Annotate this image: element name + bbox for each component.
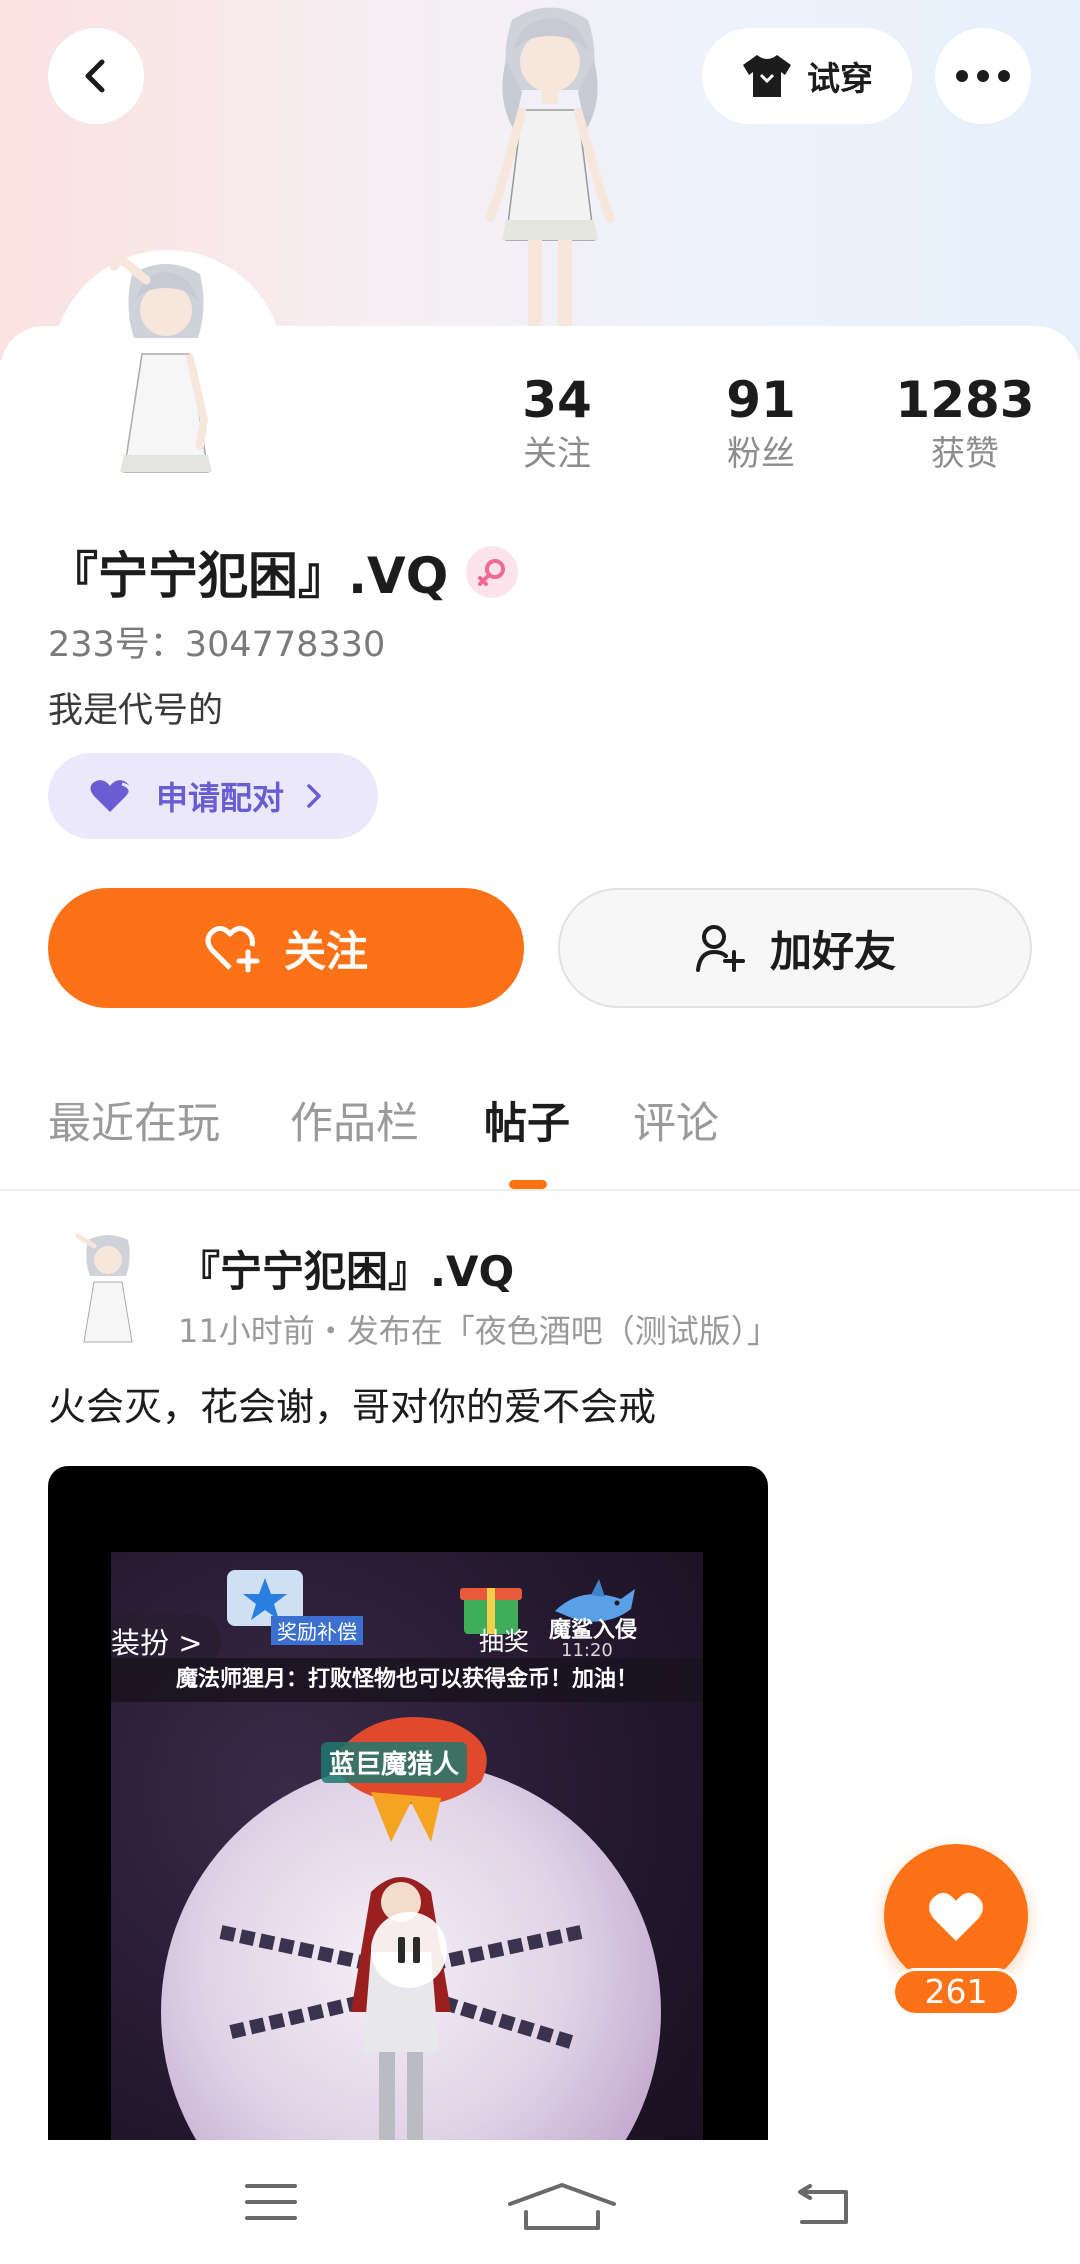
tab-posts[interactable]: 帖子 — [484, 1088, 570, 1160]
heart-pair-icon — [90, 780, 132, 812]
reward-label: 奖励补偿 — [271, 1616, 363, 1645]
female-symbol-icon — [478, 559, 506, 586]
like-count: 261 — [892, 1968, 1020, 2016]
followers-label: 粉丝 — [727, 434, 795, 474]
back-nav-icon[interactable] — [796, 2182, 850, 2226]
enemy-name: 蓝巨魔猎人 — [321, 1742, 468, 1783]
profile-tabs: 最近在玩 作品栏 帖子 评论 — [0, 1088, 1080, 1188]
tab-works[interactable]: 作品栏 — [290, 1088, 419, 1160]
add-user-icon — [695, 925, 745, 972]
more-options-button[interactable] — [935, 28, 1031, 124]
username-row: 『宁宁犯困』.VQ — [48, 536, 519, 608]
draw-label: 抽奖 — [479, 1627, 530, 1656]
stat-followers[interactable]: 91 粉丝 — [681, 370, 841, 478]
follow-label: 关注 — [283, 926, 368, 976]
back-button[interactable] — [48, 28, 144, 124]
user-bio: 我是代号的 — [48, 691, 224, 731]
tab-comments[interactable]: 评论 — [633, 1088, 719, 1160]
stat-likes[interactable]: 1283 获赞 — [885, 370, 1045, 478]
following-count: 34 — [522, 371, 592, 429]
active-tab-indicator — [509, 1180, 547, 1189]
user-id: 233号：304778330 — [48, 625, 386, 665]
try-on-button[interactable]: 试穿 — [702, 28, 912, 124]
try-on-label: 试穿 — [807, 59, 873, 98]
heart-plus-icon — [205, 926, 260, 973]
post-author-name[interactable]: 『宁宁犯困』.VQ — [178, 1238, 514, 1299]
likes-label: 获赞 — [931, 434, 999, 474]
apply-pair-label: 申请配对 — [156, 779, 285, 817]
pause-icon — [398, 1937, 420, 1963]
home-icon[interactable] — [506, 2182, 618, 2230]
chevron-right-icon — [307, 784, 321, 808]
video-frame: 奖励补偿 抽奖 魔鲨入侵 11:20 装扮 > 魔法师狸月：打败怪物也可以获得金… — [111, 1552, 703, 2146]
gender-badge — [466, 546, 519, 598]
tab-divider — [0, 1189, 1080, 1191]
likes-count: 1283 — [895, 371, 1035, 429]
menu-icon[interactable] — [244, 2182, 298, 2222]
post-text[interactable]: 火会灭，花会谢，哥对你的爱不会戒 — [48, 1376, 656, 1431]
post-video[interactable]: 奖励补偿 抽奖 魔鲨入侵 11:20 装扮 > 魔法师狸月：打败怪物也可以获得金… — [48, 1466, 768, 2146]
like-button[interactable] — [884, 1844, 1028, 1988]
chevron-left-icon — [85, 59, 105, 93]
tab-recently-played[interactable]: 最近在玩 — [48, 1088, 220, 1160]
followers-count: 91 — [726, 371, 796, 429]
hero-character-image — [485, 7, 615, 330]
pause-button[interactable] — [371, 1912, 447, 1988]
following-label: 关注 — [523, 434, 591, 474]
profile-stats: 34 关注 91 粉丝 1283 获赞 — [0, 370, 1080, 490]
follow-button[interactable]: 关注 — [48, 888, 524, 1008]
stat-following[interactable]: 34 关注 — [477, 370, 637, 478]
apply-pair-button[interactable]: 申请配对 — [48, 753, 378, 839]
post-meta[interactable]: 11小时前・发布在「夜色酒吧（测试版）」 — [178, 1306, 779, 1352]
add-friend-button[interactable]: 加好友 — [558, 888, 1032, 1008]
game-notice: 魔法师狸月：打败怪物也可以获得金币！加油！ — [111, 1658, 703, 1702]
tshirt-icon — [743, 55, 791, 97]
username: 『宁宁犯困』.VQ — [48, 547, 449, 605]
system-navigation-bar — [0, 2140, 1080, 2264]
character-image — [219, 1877, 583, 2146]
heart-icon — [929, 1892, 983, 1941]
add-friend-label: 加好友 — [769, 926, 896, 976]
post-author-avatar[interactable] — [58, 1230, 158, 1350]
more-dots-icon — [956, 70, 1010, 82]
